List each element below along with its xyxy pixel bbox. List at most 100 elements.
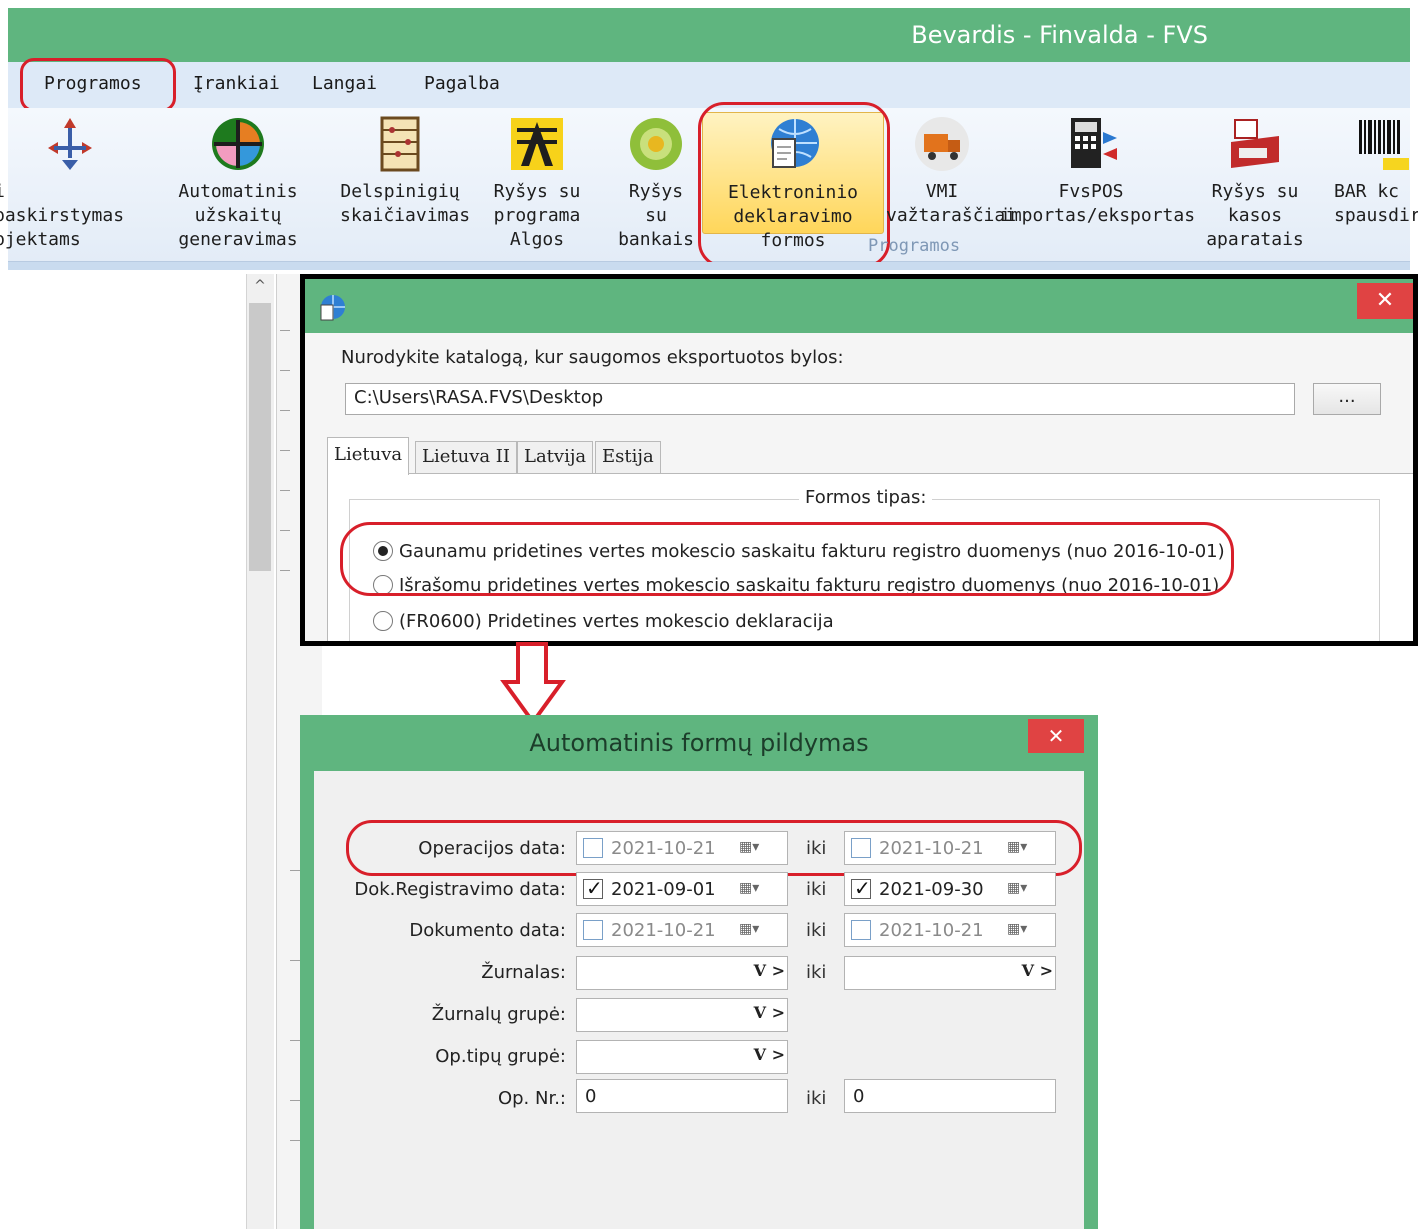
form-type-group-title: Formos tipas: — [799, 487, 933, 508]
iki-label: iki — [806, 1088, 827, 1109]
zurnalu-grupe-combo[interactable]: V > — [576, 998, 788, 1032]
scroll-thumb[interactable] — [249, 303, 271, 571]
group-border — [1379, 499, 1380, 641]
zurnalas-from-combo[interactable]: V > — [576, 956, 788, 990]
combo-buttons[interactable]: V > — [754, 961, 785, 980]
calendar-dropdown-icon[interactable]: ▦▾ — [739, 880, 779, 900]
algos-icon — [511, 118, 563, 170]
tab-lietuva[interactable]: Lietuva — [327, 437, 410, 475]
checkbox[interactable] — [851, 838, 871, 858]
ribbon-button-bankais[interactable]: Ryšys su bankais — [614, 112, 698, 250]
dokumento-to-date[interactable]: 2021-10-21 ▦▾ — [844, 913, 1056, 947]
radio-button[interactable] — [373, 575, 393, 595]
ribbon-button-delspinigiu[interactable]: Delspinigių skaičiavimas — [340, 112, 470, 234]
group-border — [349, 499, 350, 641]
zurnalu-grupe-label: Žurnalų grupė: — [431, 1004, 566, 1025]
combo-buttons[interactable]: V > — [754, 1045, 785, 1064]
radio-fr0600[interactable]: (FR0600) Pridetines vertes mokescio dekl… — [373, 607, 834, 635]
zurnalas-to-combo[interactable]: V > — [844, 956, 1056, 990]
dokumento-from-date[interactable]: 2021-10-21 ▦▾ — [576, 913, 788, 947]
combo-buttons[interactable]: V > — [754, 1003, 785, 1022]
close-icon[interactable]: ✕ — [1357, 283, 1413, 319]
calendar-dropdown-icon[interactable]: ▦▾ — [739, 839, 779, 859]
registravimo-data-label: Dok.Registravimo data: — [354, 879, 566, 900]
export-folder-prompt: Nurodykite katalogą, kur saugomos ekspor… — [341, 347, 844, 368]
iki-label: iki — [806, 838, 827, 859]
ribbon-group-label: Programos — [868, 236, 961, 256]
checkbox[interactable] — [851, 920, 871, 940]
operacijos-from-date[interactable]: 2021-10-21 ▦▾ — [576, 831, 788, 865]
export-path-input[interactable]: C:\Users\RASA.FVS\Desktop — [345, 383, 1295, 415]
operacijos-data-label: Operacijos data: — [418, 838, 566, 859]
op-nr-to-input[interactable]: 0 — [844, 1079, 1056, 1113]
op-tipu-grupe-combo[interactable]: V > — [576, 1040, 788, 1074]
menu-langai[interactable]: Langai — [312, 73, 377, 94]
tab-lietuva-ii[interactable]: Lietuva II — [415, 441, 518, 473]
pane-tick — [280, 450, 290, 451]
checkbox-checked[interactable] — [851, 876, 871, 900]
pane-tick — [280, 570, 290, 571]
registravimo-to-date[interactable]: 2021-09-30 ▦▾ — [844, 872, 1056, 906]
e-declaration-icon — [771, 119, 819, 168]
ribbon-button-uzskaitu[interactable]: Automatinis užskaitų generavimas — [140, 112, 336, 250]
combo-buttons[interactable]: V > — [1022, 961, 1053, 980]
abacus-icon — [380, 116, 420, 172]
calendar-dropdown-icon[interactable]: ▦▾ — [739, 921, 779, 941]
zurnalas-label: Žurnalas: — [481, 962, 566, 983]
browse-button[interactable]: ... — [1313, 383, 1381, 415]
op-nr-from-input[interactable]: 0 — [576, 1079, 788, 1113]
scroll-up-icon[interactable]: ^ — [250, 278, 270, 298]
ribbon-button-algos[interactable]: Ryšys su programa Algos — [462, 112, 612, 250]
tab-latvija[interactable]: Latvija — [517, 441, 594, 473]
close-icon[interactable]: ✕ — [1028, 719, 1084, 753]
radio-israsomu[interactable]: Išrašomu pridetines vertes mokescio sask… — [373, 571, 1219, 599]
dokumento-data-label: Dokumento data: — [409, 920, 566, 941]
pos-icon — [1071, 118, 1117, 168]
barcode-icon — [1359, 120, 1410, 170]
auto-fill-dialog-title: Automatinis formų pildymas — [529, 729, 869, 757]
ribbon-bottom-bar — [8, 262, 1410, 270]
iki-label: iki — [806, 879, 827, 900]
tab-estija[interactable]: Estija — [595, 441, 661, 473]
pane-tick — [290, 1040, 300, 1041]
calendar-dropdown-icon[interactable]: ▦▾ — [1007, 921, 1047, 941]
ribbon-button-fvspos[interactable]: FvsPOS importas/eksportas — [1000, 112, 1195, 234]
ribbon-button-vmi[interactable]: VMI važtaraščiai — [886, 112, 1016, 234]
checkbox[interactable] — [583, 838, 603, 858]
truck-icon — [915, 117, 969, 171]
iki-label: iki — [806, 920, 827, 941]
op-nr-label: Op. Nr.: — [497, 1088, 566, 1109]
radio-gaunamu[interactable]: Gaunamu pridetines vertes mokescio saska… — [373, 537, 1225, 565]
calendar-dropdown-icon[interactable]: ▦▾ — [1007, 880, 1047, 900]
radio-button[interactable] — [373, 541, 393, 561]
op-tipu-grupe-label: Op.tipų grupė: — [435, 1046, 566, 1067]
checkbox-checked[interactable] — [583, 876, 603, 900]
registravimo-from-date[interactable]: 2021-09-01 ▦▾ — [576, 872, 788, 906]
bank-icon — [630, 118, 682, 170]
cash-register-icon — [1231, 119, 1279, 168]
ribbon-button-kasos[interactable]: Ryšys su kasos aparatais — [1184, 112, 1326, 250]
globe-grid-icon — [212, 118, 264, 170]
pane-tick — [280, 410, 290, 411]
radio-button[interactable] — [373, 611, 393, 631]
pane-tick — [290, 960, 300, 961]
app-title: Bevardis - Finvalda - FVS — [911, 21, 1208, 49]
menu-pagalba[interactable]: Pagalba — [424, 73, 500, 94]
pane-tick — [280, 490, 290, 491]
menu-programos[interactable]: Programos — [44, 73, 142, 94]
checkbox[interactable] — [583, 920, 603, 940]
operacijos-to-date[interactable]: 2021-10-21 ▦▾ — [844, 831, 1056, 865]
pane-tick — [290, 870, 300, 871]
iki-label: iki — [806, 962, 827, 983]
pane-tick — [280, 370, 290, 371]
ribbon-button-paskirstymas[interactable]: i paskirstymas bjektams — [0, 112, 140, 250]
ribbon-button-bar-kodu[interactable]: BAR kc spausdir — [1326, 112, 1418, 234]
distribution-icon — [48, 118, 92, 170]
arrow-down-icon — [500, 642, 566, 726]
pane-tick — [280, 530, 290, 531]
menu-irankiai[interactable]: Įrankiai — [193, 73, 280, 94]
calendar-dropdown-icon[interactable]: ▦▾ — [1007, 839, 1047, 859]
pane-tick — [280, 330, 290, 331]
ribbon-button-elektroninio-deklaravimo[interactable]: Elektroninio deklaravimo formos — [702, 112, 884, 251]
e-declaration-icon — [320, 295, 345, 321]
